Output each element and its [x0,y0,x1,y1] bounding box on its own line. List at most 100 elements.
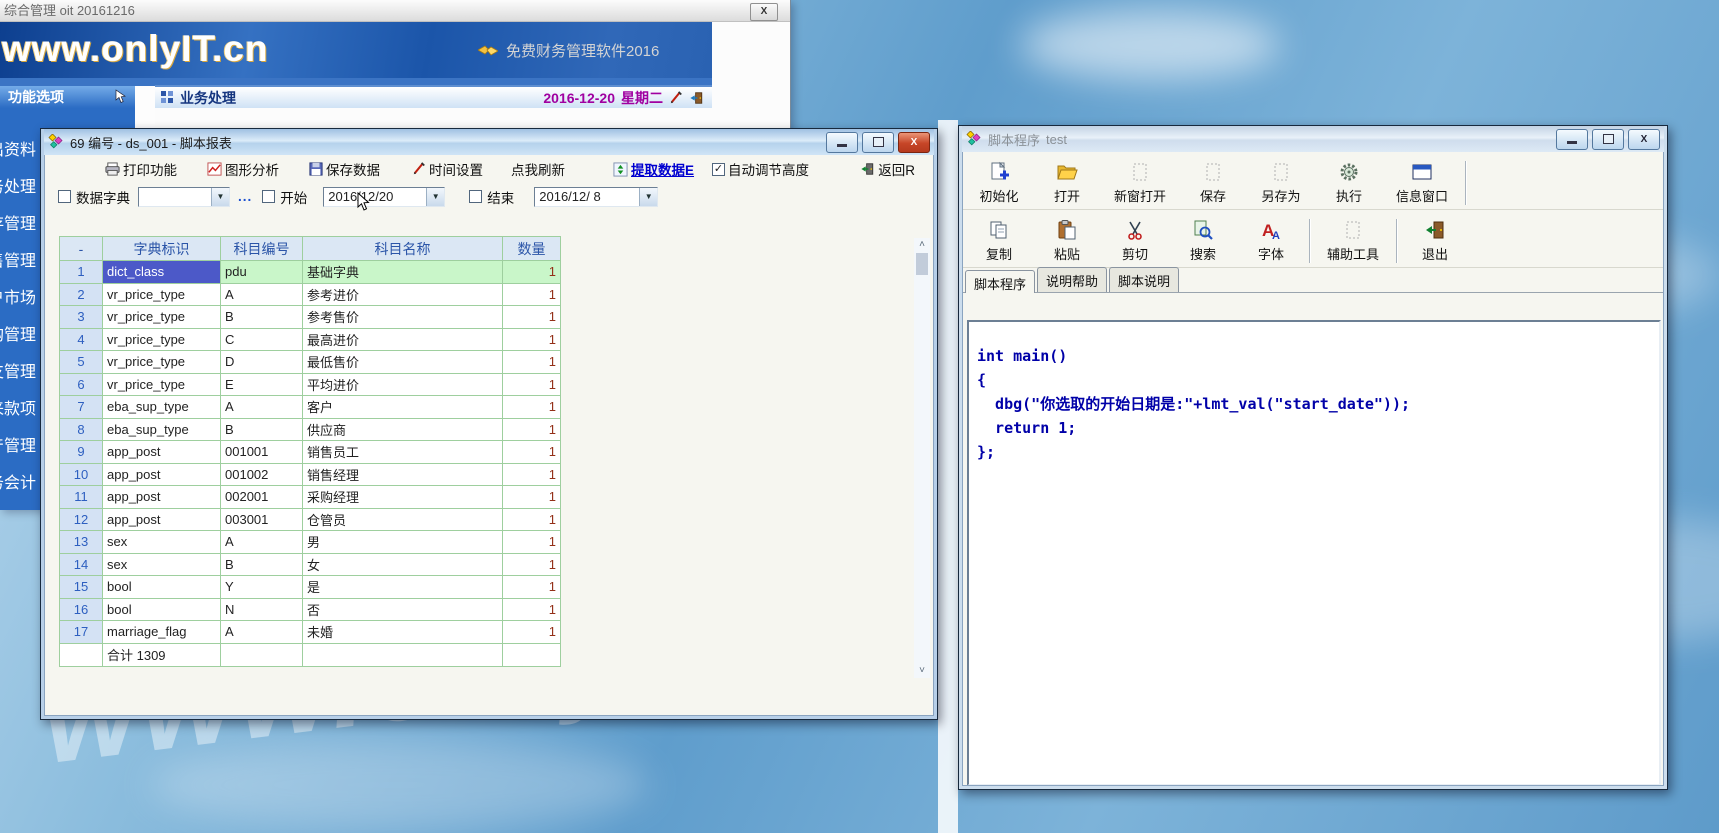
cell[interactable]: 1 [503,284,561,307]
cell[interactable]: 参考进价 [303,284,503,307]
row-number[interactable]: 9 [60,441,103,464]
dict-checkbox[interactable] [58,190,71,203]
checkbox-checked[interactable]: ✓ [712,163,725,176]
cell[interactable]: B [221,306,303,329]
cell[interactable]: 1 [503,306,561,329]
cell[interactable]: 1 [503,599,561,622]
nav-header[interactable]: 功能选项 [0,86,135,108]
cell[interactable]: 003001 [221,509,303,532]
time-settings-button[interactable]: 时间设置 [412,159,483,179]
maximize-button[interactable] [1592,129,1624,150]
cell[interactable]: 最高进价 [303,329,503,352]
tab-1[interactable]: 脚本程序 [965,270,1035,293]
cell[interactable]: E [221,374,303,397]
cell[interactable]: 002001 [221,486,303,509]
cell[interactable]: 1 [503,329,561,352]
scroll-down-arrow[interactable]: ˅ [914,664,930,678]
row-number[interactable]: 14 [60,554,103,577]
cell[interactable]: D [221,351,303,374]
dropdown-arrow-icon[interactable]: ▼ [211,188,229,206]
auto-height-checkbox[interactable]: ✓ 自动调节高度 [712,159,809,179]
column-header[interactable]: - [60,237,103,261]
save-data-button[interactable]: 保存数据 [309,159,380,179]
end-date-combobox[interactable]: 2016/12/ 8 ▼ [534,187,658,207]
cell[interactable]: 是 [303,576,503,599]
cell[interactable]: 1 [503,396,561,419]
cell[interactable]: pdu [221,261,303,284]
end-checkbox[interactable] [469,190,482,203]
cell[interactable]: 否 [303,599,503,622]
dict-combobox[interactable]: ▼ [138,187,230,207]
refresh-button[interactable]: 点我刷新 [511,159,565,179]
cell[interactable]: B [221,419,303,442]
cell[interactable]: vr_price_type [103,284,221,307]
extract-data-button[interactable]: 提取数据E [613,159,694,179]
cell[interactable]: 1 [503,464,561,487]
code-editor[interactable]: int main(){ dbg("你选取的开始日期是:"+lmt_val("st… [967,320,1661,786]
cell[interactable]: 1 [503,261,561,284]
exit-door-icon[interactable] [689,91,704,105]
cell[interactable]: 平均进价 [303,374,503,397]
scroll-up-arrow[interactable]: ˄ [914,238,930,252]
cell[interactable]: 001001 [221,441,303,464]
vertical-scrollbar[interactable]: ˄ ˅ [914,238,930,678]
cell[interactable]: 仓管员 [303,509,503,532]
cell[interactable]: N [221,599,303,622]
cell[interactable]: 1 [503,486,561,509]
row-number[interactable]: 16 [60,599,103,622]
cell[interactable]: A [221,621,303,644]
maximize-button[interactable] [862,132,894,153]
minimize-button[interactable] [1556,129,1588,150]
cell[interactable]: 1 [503,554,561,577]
cell[interactable]: 基础字典 [303,261,503,284]
cell[interactable]: A [221,284,303,307]
tab-3[interactable]: 脚本说明 [1109,267,1179,292]
report-titlebar[interactable]: 69 编号 - ds_001 - 脚本报表 X [44,129,934,155]
row-number[interactable]: 8 [60,419,103,442]
chart-analysis-button[interactable]: 图形分析 [207,159,279,179]
column-header[interactable]: 数量 [503,237,561,261]
cell[interactable]: Y [221,576,303,599]
cell[interactable]: 女 [303,554,503,577]
cell[interactable]: 1 [503,576,561,599]
return-button[interactable]: 返回R [860,159,915,179]
column-header[interactable]: 字典标识 [103,237,221,261]
run-button[interactable]: 执行 [1315,159,1383,209]
cell[interactable]: app_post [103,486,221,509]
start-date-combobox[interactable]: 2016/12/20 ▼ [323,187,445,207]
cell[interactable]: 采购经理 [303,486,503,509]
open-button[interactable]: 打开 [1033,159,1101,209]
row-number[interactable]: 7 [60,396,103,419]
minimize-button[interactable] [826,132,858,153]
font-button[interactable]: AA字体 [1237,217,1305,267]
cell[interactable]: 男 [303,531,503,554]
row-number[interactable]: 11 [60,486,103,509]
row-number[interactable]: 17 [60,621,103,644]
pen-icon[interactable] [669,91,683,105]
cell[interactable]: bool [103,576,221,599]
cell[interactable]: 001002 [221,464,303,487]
dropdown-arrow-icon[interactable]: ▼ [639,188,657,206]
cell[interactable]: C [221,329,303,352]
copy-button[interactable]: 复制 [965,217,1033,267]
cell[interactable]: 1 [503,531,561,554]
close-button[interactable]: X [898,132,930,153]
info-window-button[interactable]: 信息窗口 [1383,159,1461,209]
cell[interactable]: 1 [503,374,561,397]
more-options-button[interactable]: ... [238,189,252,204]
scrollbar-thumb[interactable] [916,253,928,275]
cell[interactable]: marriage_flag [103,621,221,644]
cell[interactable]: 参考售价 [303,306,503,329]
cell[interactable]: B [221,554,303,577]
main-app-titlebar[interactable]: 综合管理 oit 20161216 X [0,0,790,22]
cell[interactable]: 客户 [303,396,503,419]
exit-button[interactable]: 退出 [1401,217,1469,267]
paste-button[interactable]: 粘贴 [1033,217,1101,267]
cell[interactable]: 最低售价 [303,351,503,374]
tab-2[interactable]: 说明帮助 [1037,267,1107,292]
dropdown-arrow-icon[interactable]: ▼ [426,188,444,206]
cell[interactable]: eba_sup_type [103,396,221,419]
print-button[interactable]: 打印功能 [105,159,177,179]
cell[interactable]: 1 [503,621,561,644]
cell[interactable]: vr_price_type [103,306,221,329]
